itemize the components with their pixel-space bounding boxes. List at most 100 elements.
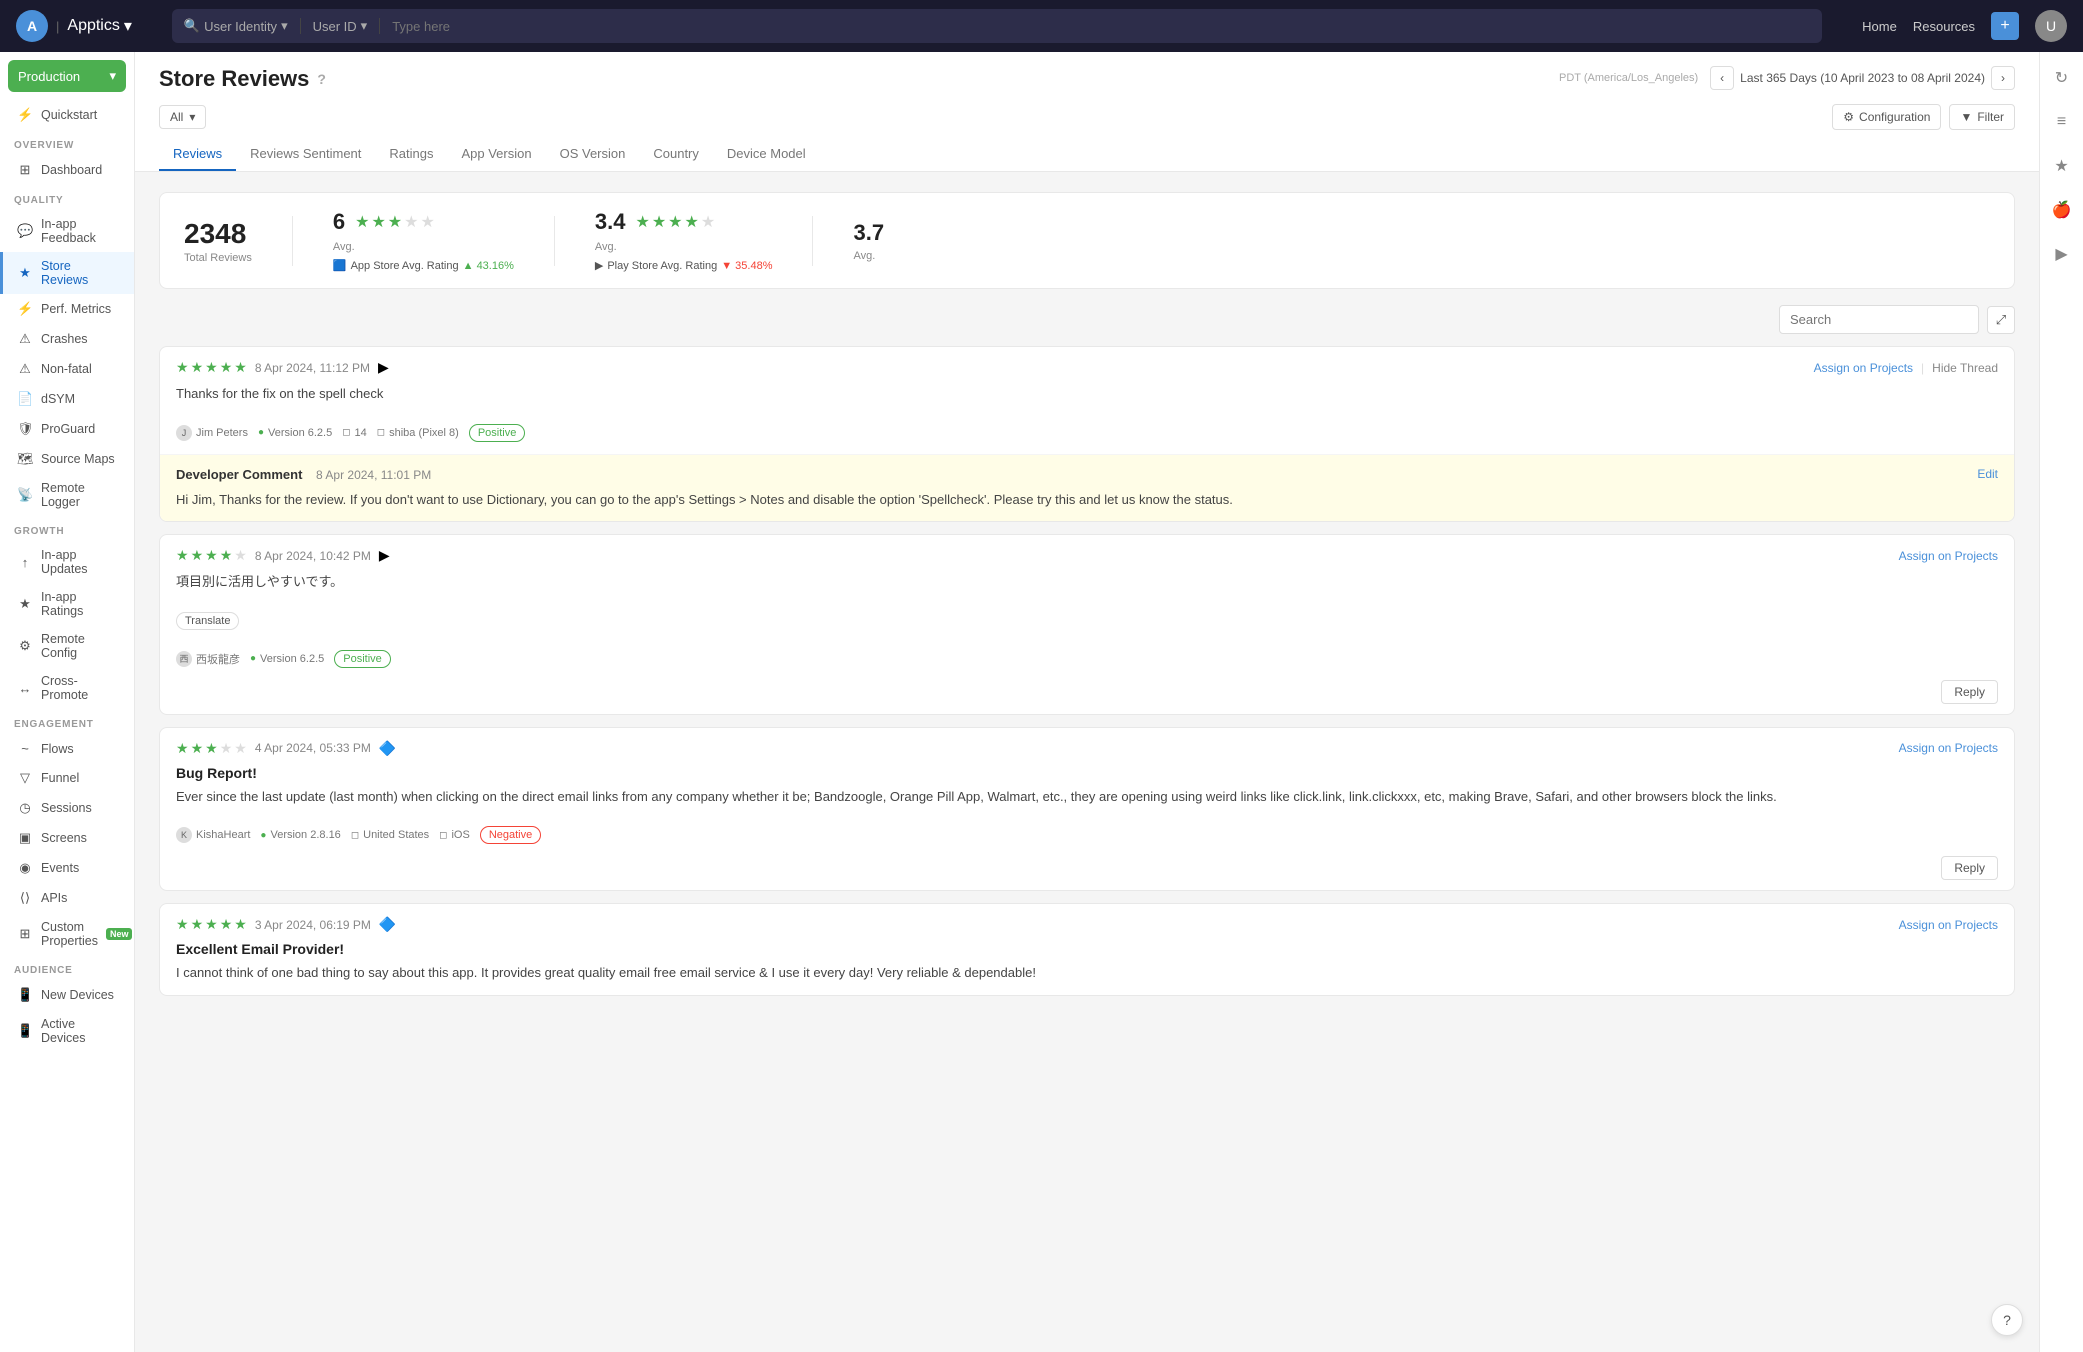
sidebar-item-new-devices[interactable]: 📱 New Devices: [0, 980, 134, 1010]
filter-actions: ⚙ Configuration ▼ Filter: [1832, 104, 2015, 130]
sidebar-item-sessions[interactable]: ◷ Sessions: [0, 793, 134, 823]
page-title: Store Reviews ?: [159, 66, 326, 92]
search-type-dropdown[interactable]: 🔍 User Identity ▾: [172, 18, 301, 34]
hide-thread-link[interactable]: Hide Thread: [1932, 361, 1998, 375]
nav-resources[interactable]: Resources: [1913, 19, 1975, 34]
review-body: Excellent Email Provider! I cannot think…: [160, 941, 2014, 995]
events-icon: ◉: [17, 860, 33, 876]
help-button[interactable]: ?: [1991, 1304, 2023, 1336]
tab-device-model[interactable]: Device Model: [713, 138, 820, 171]
reviews-search-input[interactable]: [1779, 305, 1979, 334]
help-icon[interactable]: ?: [317, 71, 326, 87]
active-devices-icon: 📱: [17, 1023, 33, 1039]
device-info: ◻ shiba (Pixel 8): [377, 427, 459, 439]
remote-config-icon: ⚙: [17, 638, 33, 654]
tab-app-version[interactable]: App Version: [447, 138, 545, 171]
reply-button[interactable]: Reply: [1941, 856, 1998, 880]
overall-avg-number: 3.7: [853, 220, 884, 246]
sidebar-item-store-reviews[interactable]: ★ Store Reviews: [0, 252, 134, 294]
sidebar-item-inapp-ratings[interactable]: ★ In-app Ratings: [0, 583, 134, 625]
assign-projects-link[interactable]: Assign on Projects: [1899, 549, 1998, 563]
review-header-right: Assign on Projects: [1899, 918, 1998, 932]
tab-reviews[interactable]: Reviews: [159, 138, 236, 171]
list-icon[interactable]: ≡: [2048, 108, 2076, 136]
review-header: ★ ★ ★ ★ ★ 8 Apr 2024, 11:12 PM ▶ Assign …: [160, 347, 2014, 384]
review-meta: Translate: [160, 604, 2014, 642]
sidebar-item-remote-logger[interactable]: 📡 Remote Logger: [0, 474, 134, 516]
sidebar-item-inapp-updates[interactable]: ↑ In-app Updates: [0, 541, 134, 583]
refresh-icon[interactable]: ↻: [2048, 64, 2076, 92]
assign-projects-link[interactable]: Assign on Projects: [1899, 918, 1998, 932]
app-name[interactable]: Apptics ▾: [67, 16, 132, 36]
filter-dropdown[interactable]: All ▾: [159, 105, 206, 129]
star-icon[interactable]: ★: [2048, 152, 2076, 180]
sidebar-item-remote-config[interactable]: ⚙ Remote Config: [0, 625, 134, 667]
sidebar-item-source-maps[interactable]: 🗺 Source Maps: [0, 444, 134, 474]
sidebar-item-perf-metrics[interactable]: ⚡ Perf. Metrics: [0, 294, 134, 324]
sidebar-item-inapp-feedback[interactable]: 💬 In-app Feedback: [0, 210, 134, 252]
sidebar-item-active-devices[interactable]: 📱 Active Devices: [0, 1010, 134, 1052]
total-reviews-number: 2348: [184, 218, 252, 250]
dev-comment-edit[interactable]: Edit: [1977, 467, 1998, 481]
reply-button[interactable]: Reply: [1941, 680, 1998, 704]
review-text: Ever since the last update (last month) …: [176, 787, 1998, 807]
sidebar-item-funnel[interactable]: ▽ Funnel: [0, 763, 134, 793]
sidebar-item-apis[interactable]: ⟨⟩ APIs: [0, 883, 134, 913]
sidebar-item-non-fatal[interactable]: ⚠ Non-fatal: [0, 354, 134, 384]
right-panel: ↻ ≡ ★ 🍎 ▶: [2039, 52, 2083, 1352]
search-filter-dropdown[interactable]: User ID ▾: [301, 18, 381, 34]
platform-info: ◻ iOS: [439, 829, 470, 841]
search-input[interactable]: [380, 19, 1822, 34]
sidebar-item-proguard[interactable]: 🛡 ProGuard: [0, 414, 134, 444]
playstore-change: ▼ 35.48%: [721, 260, 772, 272]
apple-icon[interactable]: 🍎: [2048, 196, 2076, 224]
review-header-right: Assign on Projects | Edit Hide Thread: [1814, 361, 1998, 375]
topbar-divider: |: [56, 19, 59, 34]
assign-projects-link[interactable]: Assign on Projects: [1899, 741, 1998, 755]
filter-button[interactable]: ▼ Filter: [1949, 104, 2015, 130]
sidebar-item-screens[interactable]: ▣ Screens: [0, 823, 134, 853]
translate-tag[interactable]: Translate: [176, 612, 239, 630]
review-header-right: Assign on Projects: [1899, 549, 1998, 563]
tab-reviews-sentiment[interactable]: Reviews Sentiment: [236, 138, 375, 171]
reviewer-name: J Jim Peters: [176, 425, 248, 441]
sidebar-item-crashes[interactable]: ⚠ Crashes: [0, 324, 134, 354]
review-date: 8 Apr 2024, 11:12 PM: [255, 361, 370, 375]
appstore-stat: 6 ★ ★ ★ ★ ★ Avg. 🟦 App Store Avg. Rating: [333, 209, 514, 272]
total-reviews-stat: 2348 Total Reviews: [184, 218, 252, 264]
env-selector[interactable]: Production ▾: [8, 60, 126, 92]
tab-ratings[interactable]: Ratings: [375, 138, 447, 171]
main-area: Store Reviews ? PDT (America/Los_Angeles…: [135, 52, 2039, 1352]
review-meta: K KishaHeart ● Version 2.8.16 ◻ United S…: [160, 818, 2014, 856]
sidebar-item-dashboard[interactable]: ⊞ Dashboard: [0, 155, 134, 185]
tab-country[interactable]: Country: [639, 138, 713, 171]
nav-home[interactable]: Home: [1862, 19, 1897, 34]
date-prev-button[interactable]: ‹: [1710, 66, 1734, 90]
sessions-icon: ◷: [17, 800, 33, 816]
config-icon: ⚙: [1843, 110, 1854, 124]
assign-projects-link[interactable]: Assign on Projects: [1814, 361, 1913, 375]
chevron-down-icon: ▾: [361, 18, 368, 34]
sidebar-item-dsym[interactable]: 📄 dSYM: [0, 384, 134, 414]
appstore-change: ▲ 43.16%: [463, 260, 514, 272]
sidebar-item-cross-promote[interactable]: ↔ Cross-Promote: [0, 667, 134, 709]
avatar[interactable]: U: [2035, 10, 2067, 42]
topbar-right: Home Resources + U: [1862, 10, 2067, 42]
version-info: ● Version 6.2.5: [258, 427, 332, 439]
play-star-4: ★: [685, 212, 699, 232]
sidebar-item-events[interactable]: ◉ Events: [0, 853, 134, 883]
add-button[interactable]: +: [1991, 12, 2019, 40]
date-next-button[interactable]: ›: [1991, 66, 2015, 90]
sidebar-item-quickstart[interactable]: ⚡ Quickstart: [0, 100, 134, 130]
sidebar-item-custom-properties[interactable]: ⊞ Custom Properties New: [0, 913, 134, 955]
date-range-label: Last 365 Days (10 April 2023 to 08 April…: [1740, 71, 1985, 85]
audience-section-label: AUDIENCE: [0, 955, 134, 980]
expand-button[interactable]: ⤢: [1987, 306, 2015, 334]
play-icon[interactable]: ▶: [2048, 240, 2076, 268]
quality-section-label: QUALITY: [0, 185, 134, 210]
tab-os-version[interactable]: OS Version: [546, 138, 640, 171]
perf-icon: ⚡: [17, 301, 33, 317]
configuration-button[interactable]: ⚙ Configuration: [1832, 104, 1941, 130]
sidebar-item-flows[interactable]: ~ Flows: [0, 734, 134, 763]
developer-comment: Developer Comment 8 Apr 2024, 11:01 PM E…: [160, 454, 2014, 522]
